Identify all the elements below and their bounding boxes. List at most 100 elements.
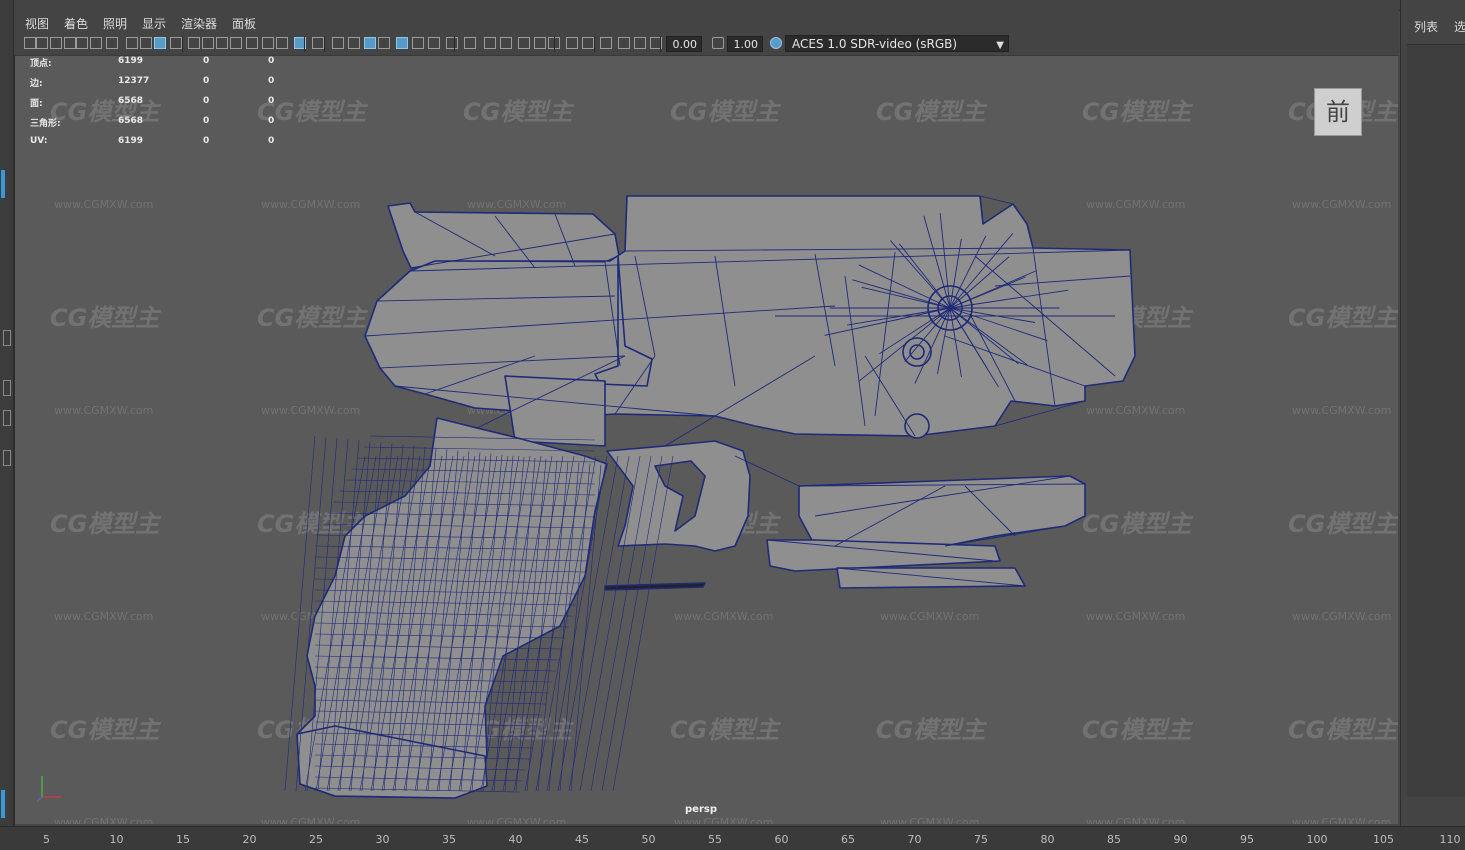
toolbar-tool-icon[interactable] [428,37,440,49]
toolbar-tool-icon[interactable] [202,37,214,49]
3d-viewport[interactable]: CG模型主 www.CGMXW.com CG模型主 www.CGMXW.com CG模型… [15,56,1398,824]
mesh-edge [979,195,1014,205]
hud-stat-value: 0 [203,76,210,86]
menu-renderer[interactable]: 渲染器 [181,15,217,32]
hud-stat-label: UV: [30,136,48,146]
toolbar-tool-icon[interactable] [36,37,48,49]
toolbar-tool-icon[interactable] [582,37,594,49]
toolbar-tool-icon[interactable] [500,37,512,49]
timeline-tick-label: 40 [508,833,523,846]
toolbar-tool-icon[interactable] [262,37,274,49]
toolbar-tool-icon[interactable] [634,37,646,49]
viewcube[interactable]: 前 [1314,88,1362,136]
toolbar-tool-icon[interactable] [276,37,288,49]
timeline-tick-label: 100 [1306,833,1328,846]
menu-lighting[interactable]: 照明 [103,15,127,32]
hud-stat-value: 0 [268,136,275,146]
tool-icon[interactable] [3,380,11,396]
toolbar-tool-icon[interactable] [106,37,118,49]
toolbar-tool-icon[interactable] [50,37,62,49]
chevron-down-icon: ▼ [996,40,1004,51]
outliner-content [1407,44,1465,797]
left-tool-strip [0,0,14,849]
toolbar-tool-icon[interactable] [412,37,424,49]
timeline-tick-label: 50 [641,833,656,846]
toolbar-tool-icon[interactable] [618,37,630,49]
timeline-tick-label: 35 [442,833,456,846]
color-space-select[interactable]: ACES 1.0 SDR-video (sRGB) ▼ [785,35,1009,52]
toolbar-tool-icon[interactable] [464,37,476,49]
toolbar-tool-icon[interactable] [396,37,408,49]
timeline-tick-label: 110 [1439,833,1461,846]
toolbar-tool-icon[interactable] [312,37,324,49]
toolbar-tool-icon[interactable] [534,37,546,49]
toolbar-tool-icon[interactable] [518,37,530,49]
toolbar-tool-icon[interactable] [600,37,612,49]
timeline-tick-label: 20 [242,833,257,846]
mesh-rear-sight [387,202,620,269]
timeline-tick-label: 5 [43,833,50,846]
toolbar-tool-icon[interactable] [64,37,76,49]
timeline-tick-label: 105 [1373,833,1394,846]
toolbar-separator [454,36,455,52]
toolbar-tool-icon[interactable] [126,37,138,49]
toolbar-tool-icon[interactable] [188,37,200,49]
hud-stat-value: 0 [268,56,275,66]
tool-icon[interactable] [3,450,11,466]
toolbar-tool-icon[interactable] [90,37,102,49]
toolbar-tool-icon[interactable] [170,37,182,49]
hud-stat-value: 0 [203,116,210,126]
timeline-tick-label: 60 [774,833,789,846]
toolbar-tool-icon[interactable] [348,37,360,49]
hud-stat-label: 三角形: [30,119,61,129]
toolbar-tool-icon[interactable] [230,37,242,49]
menu-shading[interactable]: 着色 [64,15,88,32]
mesh-lower-rail [798,475,1086,547]
mesh-serrations [504,375,606,447]
toolbar-tool-icon[interactable] [216,37,228,49]
axis-gizmo [37,776,61,802]
toolbar-separator [324,36,325,52]
mesh-floating-bar [604,582,706,591]
timeline-tick-label: 10 [109,833,124,846]
toolbar-tool-icon[interactable] [246,37,258,49]
color-management-icon[interactable] [770,37,782,49]
timeline-tick-label: 85 [1107,833,1121,846]
toolbar-tool-icon[interactable] [364,37,376,49]
timeline-tick-label: 70 [907,833,922,846]
tool-icon[interactable] [3,330,11,346]
time-slider[interactable]: 5 10 15 20 25 30 35 40 45 50 55 60 65 70 75 80 85 90 95 100… [0,826,1465,850]
toolbar-separator [660,36,661,52]
toolbar-separator [182,36,183,52]
hud-stat-value: 6199 [118,56,144,66]
toolbar-tool-icon[interactable] [332,37,344,49]
toolbar-tool-icon[interactable] [484,37,496,49]
timeline-tick-label: 75 [974,833,988,846]
camera-label: persp [685,804,717,815]
color-space-value: ACES 1.0 SDR-video (sRGB) [792,37,958,51]
toolbar-tool-icon[interactable] [378,37,390,49]
exposure-field[interactable]: 0.00 [666,36,702,52]
gun-wireframe-mesh[interactable] [15,56,1398,824]
hud-stat-label: 边: [30,79,43,89]
panel-menu-bar: 视图 着色 照明 显示 渲染器 面板 [14,10,1399,33]
hud-stat-value: 0 [203,56,210,66]
toolbar-tool-icon[interactable] [154,37,166,49]
toolbar-tool-icon[interactable] [566,37,578,49]
menu-view[interactable]: 视图 [25,15,49,32]
timeline-tick-label: 80 [1040,833,1055,846]
toolbar-tool-icon[interactable] [446,37,458,49]
toolbar-tool-icon[interactable] [24,37,36,49]
menu-panels[interactable]: 面板 [232,15,256,32]
gamma-field[interactable]: 1.00 [727,36,763,52]
active-tool-indicator [1,790,5,818]
tool-icon[interactable] [3,410,11,426]
toolbar-tool-icon[interactable] [76,37,88,49]
tab-list[interactable]: 列表 [1414,18,1438,35]
timeline-tick-label: 65 [841,833,855,846]
toolbar-tool-icon[interactable] [140,37,152,49]
tab-select[interactable]: 选 [1454,18,1465,35]
menu-show[interactable]: 显示 [142,15,166,32]
hud-stat-value: 6568 [118,96,144,106]
gamma-icon[interactable] [712,37,724,49]
